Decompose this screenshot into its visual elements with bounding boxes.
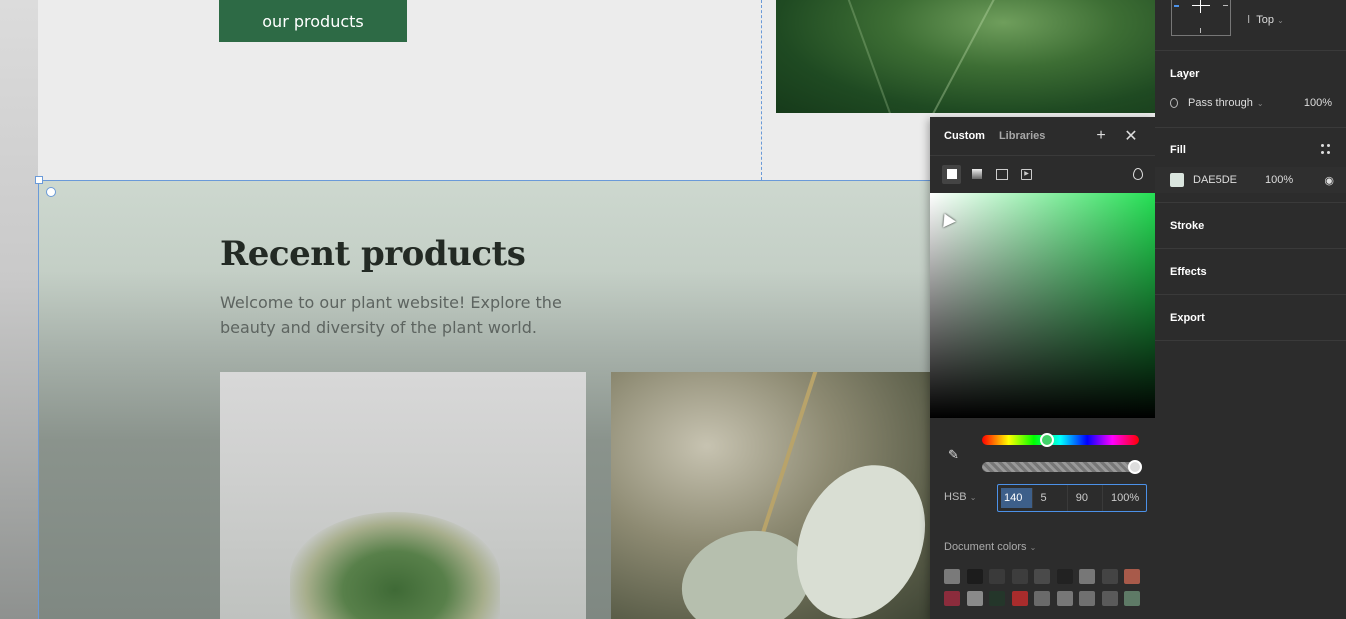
- alpha-value[interactable]: 100%: [1103, 485, 1146, 511]
- section-title[interactable]: Recent products: [220, 234, 526, 274]
- close-icon[interactable]: ✕: [1121, 126, 1141, 146]
- document-color-swatch[interactable]: [1101, 569, 1118, 584]
- blend-drop-icon[interactable]: [1133, 168, 1143, 180]
- divider: [1155, 248, 1346, 249]
- fill-type-bar: ▶: [930, 156, 1155, 192]
- document-color-swatch[interactable]: [1101, 591, 1118, 606]
- document-color-swatch[interactable]: [1079, 569, 1095, 584]
- alpha-slider-knob[interactable]: [1128, 460, 1142, 474]
- canvas-gutter: [0, 0, 38, 619]
- document-color-swatch[interactable]: [1056, 569, 1073, 584]
- divider: [1155, 50, 1346, 51]
- hue-slider-knob[interactable]: [1040, 433, 1054, 447]
- leaf-vein: [928, 0, 1006, 113]
- tab-custom[interactable]: Custom: [944, 130, 985, 142]
- layer-row: Pass through ⌄ 100%: [1170, 97, 1332, 109]
- solid-fill-icon[interactable]: [942, 164, 961, 184]
- our-products-button[interactable]: our products: [219, 0, 407, 42]
- document-color-swatch[interactable]: [944, 569, 960, 584]
- document-color-swatch[interactable]: [966, 591, 983, 606]
- plant-shape: [290, 512, 500, 619]
- brightness-value[interactable]: 90: [1068, 485, 1103, 511]
- eye-icon[interactable]: ◉: [1324, 174, 1334, 187]
- fill-hex-input[interactable]: DAE5DE: [1193, 174, 1265, 186]
- divider: [1155, 202, 1346, 203]
- document-colors-select[interactable]: Document colors ⌄: [944, 541, 1036, 553]
- document-color-swatch[interactable]: [1079, 591, 1095, 606]
- document-color-swatch[interactable]: [1124, 591, 1140, 606]
- layer-opacity[interactable]: 100%: [1304, 97, 1332, 109]
- hue-slider[interactable]: [982, 435, 1139, 445]
- corner-radius-handle[interactable]: [46, 187, 56, 197]
- plus-icon[interactable]: +: [1091, 127, 1111, 145]
- blend-mode-select[interactable]: Pass through: [1188, 97, 1253, 109]
- document-color-swatch[interactable]: [1124, 569, 1140, 584]
- gradient-fill-icon[interactable]: [967, 165, 986, 184]
- chevron-down-icon: ⌄: [969, 493, 977, 502]
- document-color-swatch[interactable]: [1034, 569, 1050, 584]
- fill-opacity-input[interactable]: 100%: [1265, 174, 1324, 186]
- fill-color-swatch[interactable]: [1170, 173, 1184, 187]
- chevron-down-icon: ⌄: [1029, 543, 1037, 552]
- vertical-constraint-icon: I: [1247, 13, 1251, 26]
- chevron-down-icon: ⌄: [1256, 98, 1264, 108]
- properties-panel: I Top ⌄ Layer Pass through ⌄ 100% Fill DA…: [1155, 0, 1346, 619]
- product-image-leaves[interactable]: [611, 372, 930, 619]
- document-color-swatch[interactable]: [989, 591, 1005, 606]
- constraints-widget[interactable]: [1171, 0, 1231, 36]
- alpha-slider[interactable]: [982, 462, 1139, 472]
- hue-value[interactable]: 140: [1001, 488, 1033, 508]
- color-mode-label: HSB: [944, 491, 967, 503]
- fill-section-title: Fill: [1170, 144, 1186, 156]
- color-mode-select[interactable]: HSB ⌄: [944, 491, 976, 503]
- divider: [1155, 340, 1346, 341]
- fill-row[interactable]: DAE5DE 100% ◉: [1155, 167, 1346, 193]
- saturation-brightness-field[interactable]: [930, 193, 1155, 418]
- section-description[interactable]: Welcome to our plant website! Explore th…: [220, 290, 600, 340]
- saturation-value[interactable]: 5: [1033, 485, 1068, 511]
- styles-grid-icon[interactable]: [1321, 144, 1331, 154]
- document-color-swatch[interactable]: [989, 569, 1005, 584]
- tab-libraries[interactable]: Libraries: [999, 130, 1045, 142]
- document-colors-label: Document colors: [944, 541, 1027, 553]
- stroke-section-title[interactable]: Stroke: [1170, 220, 1204, 232]
- eyedropper-icon[interactable]: ✎: [948, 447, 962, 462]
- layer-section-title: Layer: [1170, 68, 1200, 80]
- document-color-swatch[interactable]: [1034, 591, 1050, 606]
- vertical-constraint-select[interactable]: I Top ⌄: [1247, 13, 1284, 26]
- document-color-swatch[interactable]: [1011, 591, 1028, 606]
- picker-header: Custom Libraries + ✕: [930, 117, 1155, 156]
- effects-section-title[interactable]: Effects: [1170, 266, 1207, 278]
- leaf-image[interactable]: [776, 0, 1155, 113]
- image-fill-icon[interactable]: [992, 165, 1011, 184]
- video-fill-icon[interactable]: ▶: [1017, 165, 1036, 184]
- export-section-title[interactable]: Export: [1170, 312, 1205, 324]
- document-color-swatch[interactable]: [944, 591, 960, 606]
- selection-handle[interactable]: [35, 176, 43, 184]
- vertical-constraint-value: Top: [1256, 14, 1274, 26]
- document-color-swatch[interactable]: [1011, 569, 1028, 584]
- blend-mode-icon: [1170, 98, 1178, 108]
- leaf-vein: [842, 0, 892, 113]
- chevron-down-icon: ⌄: [1277, 16, 1284, 25]
- divider: [1155, 294, 1346, 295]
- document-color-swatch[interactable]: [1056, 591, 1073, 606]
- document-color-swatches: [944, 569, 1144, 606]
- color-picker-popover: Custom Libraries + ✕ ▶ ✎ HSB ⌄ 140 5 90 …: [930, 117, 1155, 619]
- layout-guide: [761, 0, 762, 180]
- divider: [1155, 127, 1346, 128]
- color-values-input[interactable]: 140 5 90 100%: [997, 484, 1147, 512]
- product-image-plant[interactable]: [220, 372, 586, 619]
- document-color-swatch[interactable]: [966, 569, 983, 584]
